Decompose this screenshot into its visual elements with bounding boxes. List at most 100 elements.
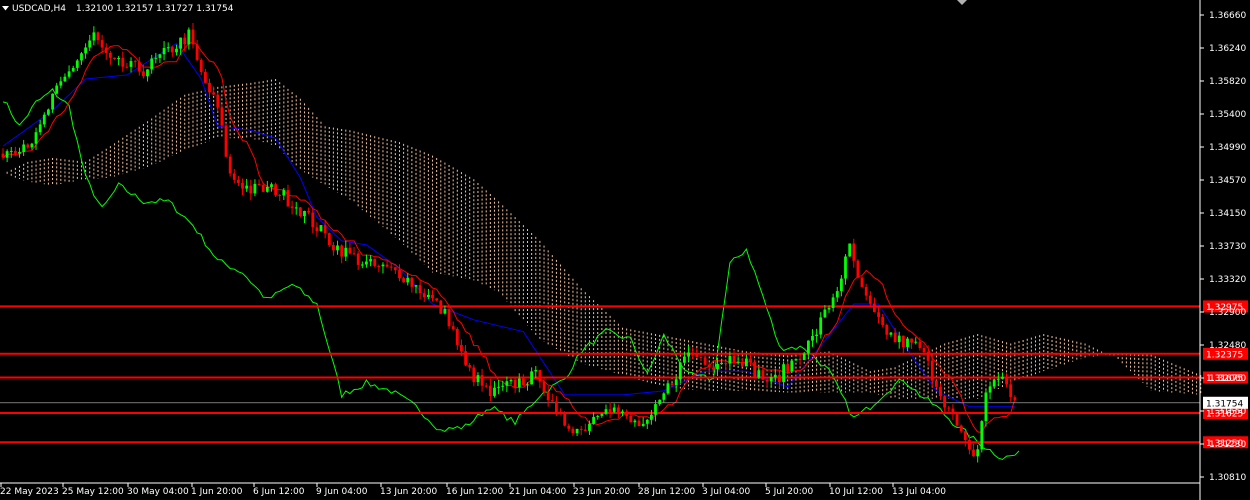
x-tick-label: 1 Jun 20:00 xyxy=(191,487,243,497)
candle-body xyxy=(935,380,938,387)
candle-body xyxy=(790,360,794,372)
candle-body xyxy=(365,261,368,265)
candle-body xyxy=(625,411,628,416)
candle xyxy=(373,258,377,268)
candle-body xyxy=(104,47,108,53)
candle-body xyxy=(257,183,261,185)
x-tick-label: 9 Jun 04:00 xyxy=(316,487,368,497)
candle-body xyxy=(972,449,975,457)
candle-body xyxy=(191,29,195,45)
candle-body xyxy=(422,293,426,298)
candle-body xyxy=(299,207,302,216)
candle-body xyxy=(650,414,653,420)
candle-body xyxy=(158,54,162,58)
candle-body xyxy=(740,361,744,367)
candle-body xyxy=(166,47,170,49)
candle-body xyxy=(600,413,604,416)
candle-body xyxy=(208,82,211,93)
candle-body xyxy=(654,404,657,415)
candle-body xyxy=(71,68,75,72)
candle-body xyxy=(505,381,509,386)
candle xyxy=(274,182,277,197)
candle-body xyxy=(109,53,112,58)
level-price-label: 1.32375 xyxy=(1206,350,1243,360)
candle-body xyxy=(749,358,752,362)
x-tick-label: 13 Jul 04:00 xyxy=(892,487,946,497)
candle-body xyxy=(984,392,988,422)
candle-body xyxy=(901,335,905,347)
candle-body xyxy=(332,245,335,251)
candle-body xyxy=(5,151,9,158)
candle-body xyxy=(307,211,310,213)
candle-body xyxy=(80,53,83,61)
candle-body xyxy=(96,32,100,41)
candle-body xyxy=(856,260,860,278)
candle-body xyxy=(253,183,257,194)
candle-body xyxy=(637,420,641,426)
candle-body xyxy=(468,365,472,368)
candle-body xyxy=(930,360,934,381)
candle-body xyxy=(460,344,463,352)
candle-body xyxy=(695,352,699,357)
candle-body xyxy=(195,44,199,60)
candle-body xyxy=(55,85,59,94)
candle-body xyxy=(303,211,306,217)
price-chart[interactable]: 1.329751.323751.316751.316251.312501.317… xyxy=(0,0,1250,500)
candle xyxy=(848,243,852,257)
candle-body xyxy=(575,428,579,434)
candle-body xyxy=(555,401,558,414)
candle-body xyxy=(179,37,182,49)
candle-body xyxy=(811,336,814,341)
candle-body xyxy=(662,393,666,400)
candle-body xyxy=(546,392,550,401)
candle-body xyxy=(831,297,835,308)
x-tick-label: 25 May 12:00 xyxy=(62,487,124,497)
candle-body xyxy=(674,379,678,385)
candle-body xyxy=(212,92,215,95)
y-tick-label: 1.35820 xyxy=(1209,77,1246,87)
candle-body xyxy=(47,109,50,115)
candle-body xyxy=(786,364,790,372)
x-tick-label: 28 Jun 12:00 xyxy=(638,487,695,497)
x-tick-label: 10 Jul 12:00 xyxy=(829,487,883,497)
candle-body xyxy=(137,61,141,72)
candle-body xyxy=(728,356,732,364)
candle-body xyxy=(1001,376,1004,379)
candle-body xyxy=(559,413,562,415)
candle-body xyxy=(406,277,410,283)
candle-body xyxy=(51,93,54,110)
candle-body xyxy=(282,190,286,196)
candle xyxy=(439,299,443,315)
candle-body xyxy=(922,348,926,353)
candle-body xyxy=(1005,376,1008,385)
candle-body xyxy=(782,364,785,383)
candle-body xyxy=(608,409,612,412)
candle-body xyxy=(1013,397,1017,400)
candle-body xyxy=(63,76,67,82)
candle-body xyxy=(1009,384,1013,398)
candle-body xyxy=(493,387,496,396)
candle-body xyxy=(237,179,240,183)
candle-body xyxy=(716,364,719,370)
candle-body xyxy=(910,338,913,343)
candle-body xyxy=(204,72,207,83)
candle-body xyxy=(484,385,488,387)
candle-body xyxy=(939,386,942,397)
candle-body xyxy=(641,423,645,427)
candle-body xyxy=(885,325,889,335)
chart-background xyxy=(0,0,1250,500)
candle-body xyxy=(443,309,447,314)
candle-body xyxy=(773,374,777,378)
candle-body xyxy=(249,185,253,194)
candle-body xyxy=(522,378,525,386)
candle-body xyxy=(745,358,748,367)
candle-body xyxy=(980,421,984,450)
x-tick-label: 30 May 04:00 xyxy=(127,487,189,497)
x-tick-label: 21 Jun 04:00 xyxy=(509,487,566,497)
candle-body xyxy=(294,207,298,209)
y-tick-label: 1.30810 xyxy=(1209,473,1246,483)
candle-body xyxy=(245,185,249,189)
candle-body xyxy=(369,259,372,262)
candle-body xyxy=(100,40,104,48)
y-tick-label: 1.35400 xyxy=(1209,110,1246,120)
